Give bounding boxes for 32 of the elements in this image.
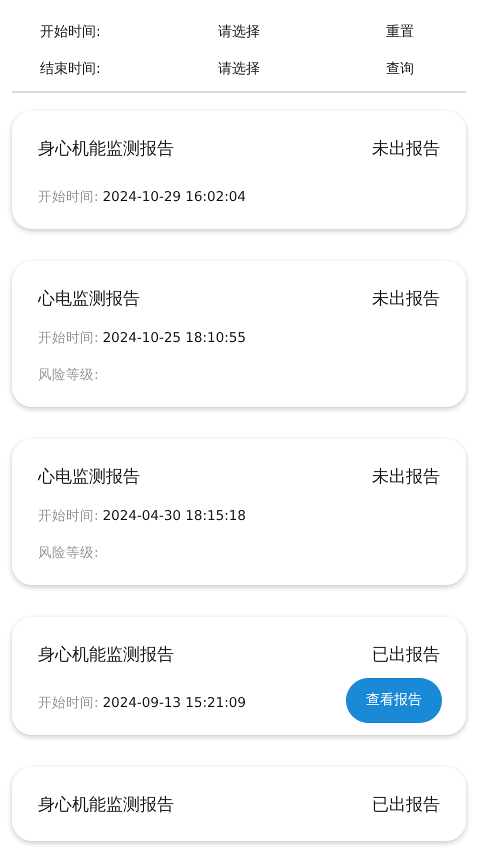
start-time-label: 开始时间: [38,330,99,346]
report-card[interactable]: 心电监测报告 未出报告 开始时间: 2024-04-30 18:15:18 风险等级: [12,438,466,585]
risk-level-label: 风险等级: [38,544,99,562]
start-time-label: 开始时间: [38,694,99,711]
report-status: 已出报告 [372,644,440,667]
report-title: 身心机能监测报告 [38,138,174,161]
report-status: 已出报告 [372,794,440,818]
filter-label: 结束时间: [39,60,102,79]
report-card[interactable]: 心电监测报告 未出报告 开始时间: 2024-10-25 18:10:55 风险等级: [12,260,466,407]
date-picker[interactable]: 请选择 [218,59,260,80]
start-time-value: 2024-10-25 18:10:55 [102,330,246,346]
start-time-label: 开始时间: [38,508,99,524]
report-card[interactable]: 身心机能监测报告 已出报告 开始时间: 2024-09-13 15:21:09 查看报告 [12,616,466,736]
risk-level-label: 风险等级: [38,366,99,384]
date-picker[interactable]: 请选择 [218,22,260,43]
report-status: 未出报告 [372,466,440,489]
report-title: 心电监测报告 [38,466,140,489]
report-title: 身心机能监测报告 [38,794,174,818]
start-time-label: 开始时间: [38,188,99,204]
start-time-value: 2024-10-29 16:02:04 [102,188,246,204]
report-title: 身心机能监测报告 [38,644,174,667]
start-time-value: 2024-04-30 18:15:18 [102,508,246,524]
report-status: 未出报告 [372,288,440,311]
report-card[interactable]: 身心机能监测报告 已出报告 [12,767,466,841]
filter-button[interactable]: 重置 [386,22,414,43]
start-time-value: 2024-09-13 15:21:09 [102,694,246,711]
filter-button[interactable]: 查询 [386,59,414,80]
report-card[interactable]: 身心机能监测报告 未出报告 开始时间: 2024-10-29 16:02:04 [12,111,466,229]
filter-label: 开始时间: [39,23,102,42]
report-title: 心电监测报告 [38,288,140,311]
report-status: 未出报告 [372,138,440,161]
view-report-button[interactable]: 查看报告 [346,678,442,724]
